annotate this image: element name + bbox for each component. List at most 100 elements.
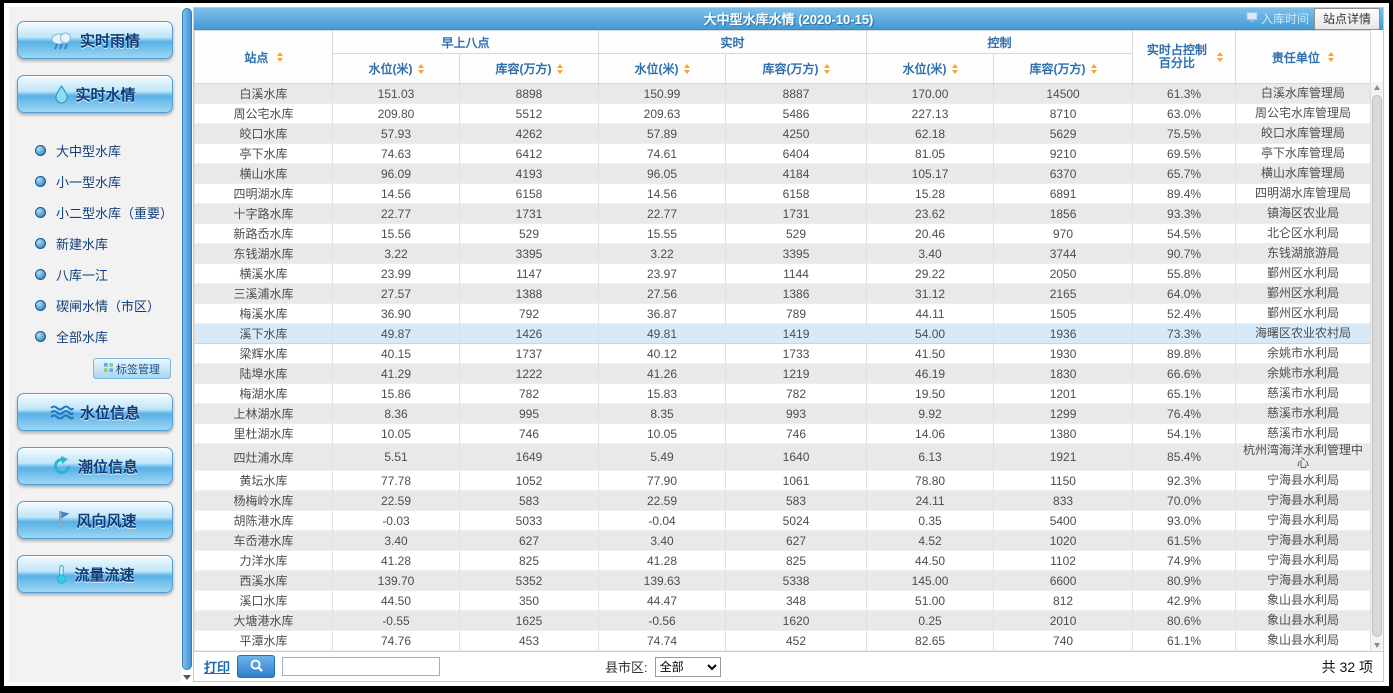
sidebar-item[interactable]: 碶闸水情（市区） <box>9 290 181 321</box>
table-row[interactable]: 平潭水库74.7645374.7445282.6574061.1%象山县水利局 <box>195 631 1371 651</box>
cell-station: 梁辉水库 <box>195 344 333 364</box>
search-input[interactable] <box>282 657 440 676</box>
cell-morning-storage: 1737 <box>460 344 599 364</box>
table-row[interactable]: 溪下水库49.87142649.81141954.00193673.3%海曙区农… <box>195 324 1371 344</box>
sort-icon <box>684 64 690 74</box>
cell-control-level: 46.19 <box>867 364 994 384</box>
table-row[interactable]: 力洋水库41.2882541.2882544.50110274.9%宁海县水利局 <box>195 551 1371 571</box>
table-row[interactable]: 溪口水库44.5035044.4734851.0081242.9%象山县水利局 <box>195 591 1371 611</box>
search-icon <box>249 658 264 676</box>
table-row[interactable]: 陆埠水库41.29122241.26121946.19183066.6%余姚市水… <box>195 364 1371 384</box>
storage-time-toggle[interactable]: 入库时间 <box>1246 10 1309 27</box>
column-header-control-level[interactable]: 水位(米) <box>867 54 994 84</box>
table-row[interactable]: 十字路水库22.77173122.77173123.62185693.3%镇海区… <box>195 204 1371 224</box>
table-row[interactable]: 四明湖水库14.56615814.56615815.28689189.4%四明湖… <box>195 184 1371 204</box>
cell-control-storage: 833 <box>994 491 1133 511</box>
table-row[interactable]: 东钱湖水库3.2233953.2233953.40374490.7%东钱湖旅游局 <box>195 244 1371 264</box>
cell-percent: 69.5% <box>1133 144 1236 164</box>
cell-realtime-storage: 993 <box>726 404 867 424</box>
sidebar-button-flow[interactable]: 流量流速 <box>17 555 173 593</box>
table-row[interactable]: 黄坛水库77.78105277.90106178.80115092.3%宁海县水… <box>195 471 1371 491</box>
column-header-unit[interactable]: 责任单位 <box>1236 31 1371 84</box>
sidebar-item[interactable]: 大中型水库 <box>9 135 181 166</box>
column-header-station[interactable]: 站点 <box>195 31 333 84</box>
table-row[interactable]: 梅溪水库36.9079236.8778944.11150552.4%鄞州区水利局 <box>195 304 1371 324</box>
sidebar-button-water[interactable]: 实时水情 <box>17 75 173 113</box>
scroll-down-arrow-icon[interactable] <box>183 675 191 680</box>
table-row[interactable]: 上林湖水库8.369958.359939.92129976.4%慈溪市水利局 <box>195 404 1371 424</box>
sidebar-scrollbar-thumb[interactable] <box>182 8 192 670</box>
table-row[interactable]: 车岙港水库3.406273.406274.52102061.5%宁海县水利局 <box>195 531 1371 551</box>
cell-unit: 皎口水库管理局 <box>1236 124 1371 144</box>
sidebar-button-wind[interactable]: 风向风速 <box>17 501 173 539</box>
county-filter-select[interactable]: 全部 <box>655 657 721 677</box>
table-row[interactable]: 里杜湖水库10.0574610.0574614.06138054.1%慈溪市水利… <box>195 424 1371 444</box>
cell-control-storage: 6370 <box>994 164 1133 184</box>
table-row[interactable]: 亭下水库74.63641274.61640481.05921069.5%亭下水库… <box>195 144 1371 164</box>
table-row[interactable]: 新路岙水库15.5652915.5552920.4697054.5%北仑区水利局 <box>195 224 1371 244</box>
table-row[interactable]: 杨梅岭水库22.5958322.5958324.1183370.0%宁海县水利局 <box>195 491 1371 511</box>
table-row[interactable]: 胡陈港水库-0.035033-0.0450240.35540093.0%宁海县水… <box>195 511 1371 531</box>
cell-morning-storage: 5033 <box>460 511 599 531</box>
cell-unit: 镇海区农业局 <box>1236 204 1371 224</box>
table-row[interactable]: 梅湖水库15.8678215.8378219.50120165.1%慈溪市水利局 <box>195 384 1371 404</box>
cell-morning-storage: 6412 <box>460 144 599 164</box>
cell-morning-level: 8.36 <box>333 404 460 424</box>
sidebar-scrollbar[interactable] <box>181 7 193 682</box>
cell-percent: 74.9% <box>1133 551 1236 571</box>
cell-control-storage: 740 <box>994 631 1133 651</box>
cell-morning-level: 22.59 <box>333 491 460 511</box>
scroll-down-arrow-icon[interactable] <box>1374 643 1380 648</box>
table-row[interactable]: 西溪水库139.705352139.635338145.00660080.9%宁… <box>195 571 1371 591</box>
table-row[interactable]: 横山水库96.09419396.054184105.17637065.7%横山水… <box>195 164 1371 184</box>
cell-realtime-storage: 5486 <box>726 104 867 124</box>
column-header-morning-level[interactable]: 水位(米) <box>333 54 460 84</box>
table-row[interactable]: 周公宅水库209.805512209.635486227.13871063.0%… <box>195 104 1371 124</box>
table-row[interactable]: 梁辉水库40.15173740.12173341.50193089.8%余姚市水… <box>195 344 1371 364</box>
cell-percent: 93.3% <box>1133 204 1236 224</box>
cell-percent: 52.4% <box>1133 304 1236 324</box>
table-row[interactable]: 大塘港水库-0.551625-0.5616200.25201080.6%象山县水… <box>195 611 1371 631</box>
cell-morning-level: 40.15 <box>333 344 460 364</box>
print-link[interactable]: 打印 <box>204 657 230 676</box>
thermometer-icon <box>55 564 68 584</box>
table-row[interactable]: 皎口水库57.93426257.89425062.18562975.5%皎口水库… <box>195 124 1371 144</box>
table-row[interactable]: 横溪水库23.99114723.97114429.22205055.8%鄞州区水… <box>195 264 1371 284</box>
cell-morning-storage: 825 <box>460 551 599 571</box>
cell-unit: 东钱湖旅游局 <box>1236 244 1371 264</box>
sort-icon <box>418 64 424 74</box>
cell-realtime-storage: 1620 <box>726 611 867 631</box>
table-row[interactable]: 白溪水库151.038898150.998887170.001450061.3%… <box>195 84 1371 104</box>
sidebar-button-label: 风向风速 <box>76 510 136 531</box>
sidebar-item[interactable]: 全部水库 <box>9 321 181 352</box>
sidebar-button-waterlevel[interactable]: 水位信息 <box>17 393 173 431</box>
sidebar-button-tide[interactable]: 潮位信息 <box>17 447 173 485</box>
column-header-realtime-level[interactable]: 水位(米) <box>599 54 726 84</box>
table-row[interactable]: 三溪浦水库27.57138827.56138631.12216564.0%鄞州区… <box>195 284 1371 304</box>
tag-manage-button[interactable]: 标签管理 <box>93 358 171 379</box>
cell-morning-storage: 8898 <box>460 84 599 104</box>
table-row[interactable]: 隔溪张水库95.7430095.74300102.9387034.5%象山县水利… <box>195 651 1371 652</box>
cell-station: 皎口水库 <box>195 124 333 144</box>
scroll-up-arrow-icon[interactable] <box>1374 85 1380 90</box>
station-detail-button[interactable]: 站点详情 <box>1314 8 1380 30</box>
column-header-percent[interactable]: 实时占控制百分比 <box>1133 31 1236 84</box>
sidebar-button-rain[interactable]: 实时雨情 <box>17 21 173 59</box>
search-button[interactable] <box>237 655 275 678</box>
table-scrollbar[interactable] <box>1370 82 1383 651</box>
sidebar-item[interactable]: 小一型水库 <box>9 166 181 197</box>
sidebar-item[interactable]: 小二型水库（重要） <box>9 197 181 228</box>
sidebar-item[interactable]: 八库一江 <box>9 259 181 290</box>
sidebar-item[interactable]: 新建水库 <box>9 228 181 259</box>
cell-realtime-storage: 627 <box>726 531 867 551</box>
cell-realtime-storage: 1419 <box>726 324 867 344</box>
cell-morning-level: 23.99 <box>333 264 460 284</box>
table-row[interactable]: 四灶浦水库5.5116495.4916406.13192185.4%杭州湾海洋水… <box>195 444 1371 471</box>
column-header-control-storage[interactable]: 库容(万方) <box>994 54 1133 84</box>
table-scrollbar-thumb[interactable] <box>1372 95 1382 637</box>
cell-realtime-level: 44.47 <box>599 591 726 611</box>
cell-unit: 鄞州区水利局 <box>1236 304 1371 324</box>
water-drop-icon <box>54 85 69 104</box>
column-header-realtime-storage[interactable]: 库容(万方) <box>726 54 867 84</box>
column-header-morning-storage[interactable]: 库容(万方) <box>460 54 599 84</box>
